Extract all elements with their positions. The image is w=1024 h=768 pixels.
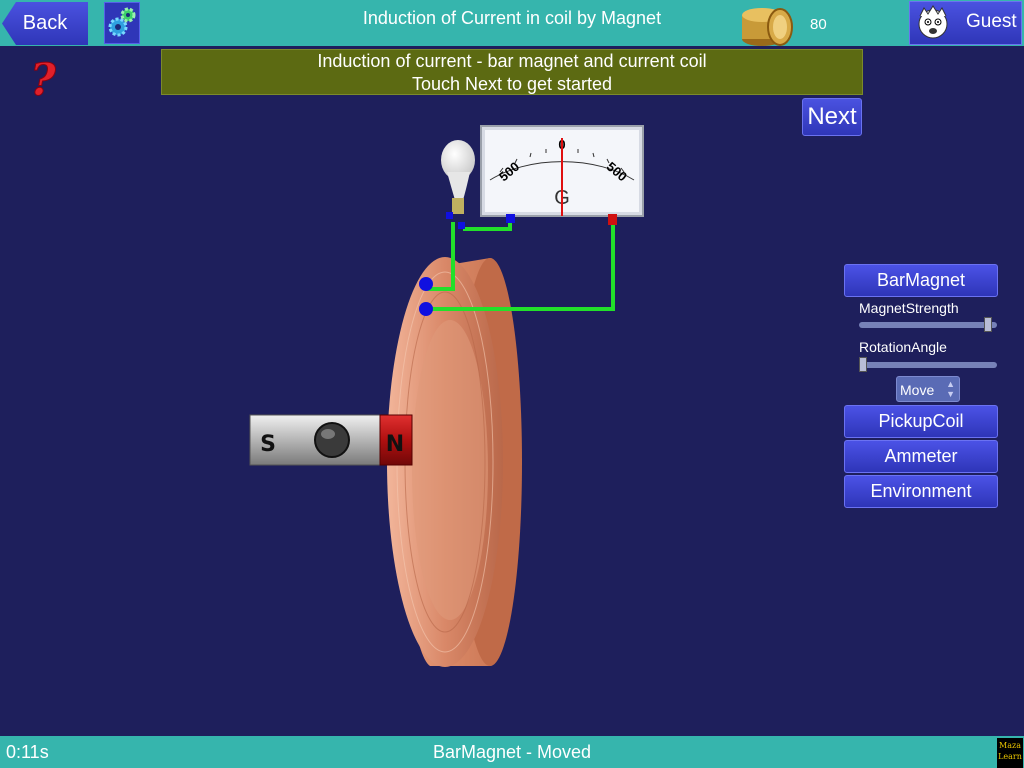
brand-logo-text: Maza Learn — [998, 741, 1022, 761]
galvanometer[interactable]: 500 0 500 G — [480, 125, 644, 225]
bar-magnet-button[interactable]: BarMagnet — [844, 264, 998, 297]
magnet-strength-slider-thumb[interactable] — [983, 317, 992, 332]
environment-button[interactable]: Environment — [844, 475, 998, 508]
environment-button-label: Environment — [870, 481, 972, 501]
mode-select[interactable]: Move ▲ ▼ — [896, 376, 960, 402]
rotation-angle-slider-thumb[interactable] — [859, 357, 867, 372]
magnet-strength-slider[interactable] — [859, 317, 997, 332]
elapsed-timer: 0:11s — [6, 742, 49, 762]
ammeter-button-label: Ammeter — [884, 446, 958, 466]
coil-terminal-bottom — [419, 302, 433, 316]
rotation-angle-label: RotationAngle — [859, 339, 947, 355]
galvanometer-terminal-positive — [608, 214, 617, 225]
coil-terminal-top — [419, 277, 433, 291]
pickup-coil-button-label: PickupCoil — [878, 411, 964, 431]
bar-magnet[interactable]: S N — [249, 414, 413, 466]
rotation-angle-slider[interactable] — [859, 357, 997, 372]
magnet-south-label: S — [260, 432, 276, 457]
status-message: BarMagnet - Moved — [432, 742, 592, 762]
simulation-canvas: 500 0 500 G S N — [249, 125, 644, 667]
ammeter-button[interactable]: Ammeter — [844, 440, 998, 473]
brand-logo: Maza Learn — [997, 738, 1023, 768]
galvanometer-terminal-negative — [506, 214, 515, 223]
magnet-north-label: N — [386, 432, 404, 457]
mode-select-value: Move — [900, 382, 935, 398]
light-bulb — [441, 140, 475, 229]
magnet-strength-label: MagnetStrength — [859, 300, 959, 316]
pickup-coil-button[interactable]: PickupCoil — [844, 405, 998, 438]
status-bar: 0:11s BarMagnet - Moved — [0, 736, 1024, 768]
spinner-arrows-icon: ▲ ▼ — [946, 379, 955, 399]
bar-magnet-button-label: BarMagnet — [876, 270, 966, 290]
